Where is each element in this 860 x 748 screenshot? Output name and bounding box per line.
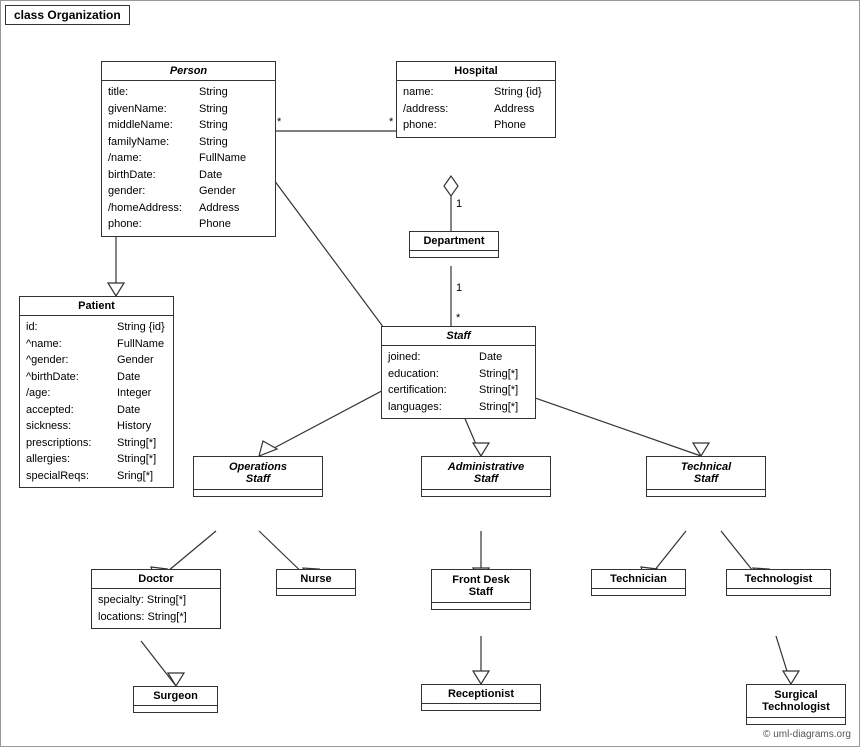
technologist-class: Technologist [726,569,831,596]
surgeon-title: Surgeon [134,687,217,706]
doctor-title: Doctor [92,570,220,589]
admin-staff-attrs [422,490,550,496]
tech-staff-title: TechnicalStaff [647,457,765,490]
technician-class: Technician [591,569,686,596]
patient-title: Patient [20,297,173,316]
department-title: Department [410,232,498,251]
technician-title: Technician [592,570,685,589]
nurse-title: Nurse [277,570,355,589]
ops-staff-class: OperationsStaff [193,456,323,497]
front-desk-attrs [432,603,530,609]
person-attrs: title:String givenName:String middleName… [102,81,275,236]
nurse-attrs [277,589,355,595]
department-class: Department [409,231,499,258]
tech-staff-attrs [647,490,765,496]
surgical-tech-title: SurgicalTechnologist [747,685,845,718]
receptionist-class: Receptionist [421,684,541,711]
admin-staff-title: AdministrativeStaff [422,457,550,490]
patient-attrs: id:String {id} ^name:FullName ^gender:Ge… [20,316,173,487]
doctor-class: Doctor specialty: String[*] locations: S… [91,569,221,629]
doctor-attrs: specialty: String[*] locations: String[*… [92,589,220,628]
surgical-tech-class: SurgicalTechnologist [746,684,846,725]
surgeon-class: Surgeon [133,686,218,713]
front-desk-title: Front DeskStaff [432,570,530,603]
ops-staff-title: OperationsStaff [194,457,322,490]
technologist-title: Technologist [727,570,830,589]
tech-staff-class: TechnicalStaff [646,456,766,497]
nurse-class: Nurse [276,569,356,596]
surgical-tech-attrs [747,718,845,724]
receptionist-attrs [422,704,540,710]
hospital-class: Hospital name:String {id} /address:Addre… [396,61,556,138]
staff-attrs: joined:Date education:String[*] certific… [382,346,535,418]
svg-text:*: * [456,312,461,324]
hospital-attrs: name:String {id} /address:Address phone:… [397,81,555,137]
svg-text:*: * [277,116,282,128]
diagram-container: class Organization * * 1 1 * * * [0,0,860,747]
hospital-title: Hospital [397,62,555,81]
department-attrs [410,251,498,257]
svg-text:1: 1 [456,282,462,294]
staff-title: Staff [382,327,535,346]
admin-staff-class: AdministrativeStaff [421,456,551,497]
receptionist-title: Receptionist [422,685,540,704]
person-class: Person title:String givenName:String mid… [101,61,276,237]
front-desk-class: Front DeskStaff [431,569,531,610]
patient-class: Patient id:String {id} ^name:FullName ^g… [19,296,174,488]
svg-text:*: * [389,116,394,128]
copyright: © uml-diagrams.org [763,729,851,740]
surgeon-attrs [134,706,217,712]
person-title: Person [102,62,275,81]
staff-class: Staff joined:Date education:String[*] ce… [381,326,536,419]
svg-text:1: 1 [456,198,462,210]
technician-attrs [592,589,685,595]
technologist-attrs [727,589,830,595]
diagram-title: class Organization [5,5,130,25]
ops-staff-attrs [194,490,322,496]
